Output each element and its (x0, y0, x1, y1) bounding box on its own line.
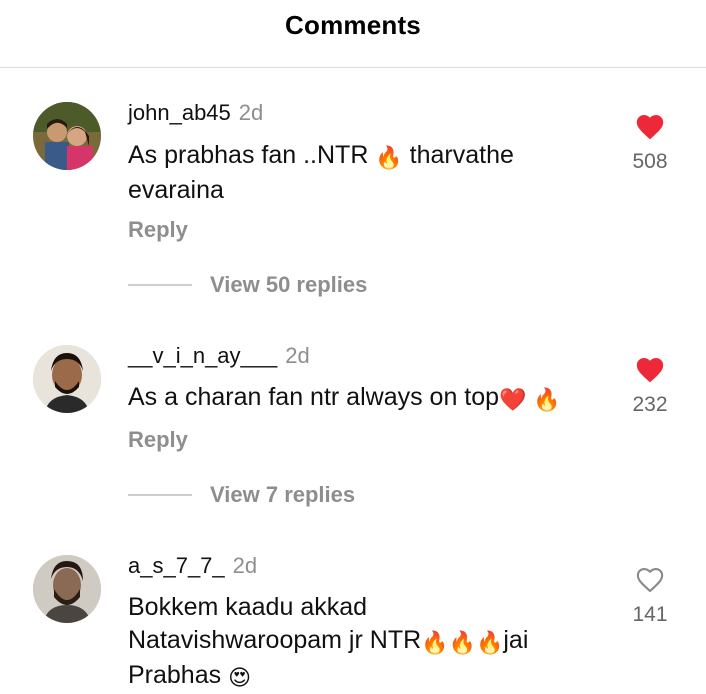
fire-emoji-icon: 🔥 (475, 630, 504, 655)
heart-filled-icon (636, 357, 664, 383)
avatar[interactable] (33, 102, 101, 170)
like-button[interactable]: 141 (620, 564, 680, 627)
avatar[interactable] (33, 345, 101, 413)
view-replies-button[interactable]: View 7 replies (128, 480, 355, 510)
text-segment: Bokkem kaadu akkad Natavishwaroopam jr N… (128, 593, 422, 654)
fire-emoji-icon: 🔥 (375, 145, 403, 170)
divider (128, 284, 192, 286)
timestamp: 2d (232, 553, 258, 578)
like-count: 508 (632, 150, 668, 173)
comment-meta: __v_i_n_ay___ 2d (128, 343, 310, 369)
fire-emoji-icon: 🔥 (533, 387, 561, 412)
text-segment (526, 383, 533, 411)
username[interactable]: a_s_7_7_ (128, 553, 225, 578)
like-count: 232 (632, 393, 668, 416)
page-title: Comments (285, 10, 421, 40)
username[interactable]: john_ab45 (128, 100, 231, 125)
username[interactable]: __v_i_n_ay___ (128, 343, 277, 368)
reply-button[interactable]: Reply (128, 427, 188, 453)
heart-filled-icon (636, 114, 664, 140)
view-replies-label: View 7 replies (210, 482, 356, 507)
comment-text: As prabhas fan ..NTR 🔥 tharvathe evarain… (128, 139, 578, 207)
red-heart-emoji-icon: ❤️ (499, 387, 527, 412)
view-replies-label: View 50 replies (210, 272, 368, 297)
text-segment: As prabhas fan ..NTR (128, 141, 376, 169)
fire-emoji-icon: 🔥 (448, 630, 476, 655)
comment-meta: john_ab45 2d (128, 100, 263, 126)
comments-header: Comments (0, 0, 706, 68)
like-count: 141 (632, 603, 668, 626)
timestamp: 2d (238, 100, 264, 125)
timestamp: 2d (285, 343, 310, 368)
comment-text: As a charan fan ntr always on top❤️ 🔥 (128, 381, 578, 416)
reply-button[interactable]: Reply (128, 217, 188, 243)
view-replies-button[interactable]: View 50 replies (128, 270, 367, 300)
comment-text: Bokkem kaadu akkad Natavishwaroopam jr N… (128, 591, 578, 694)
heart-eyes-emoji-icon: 😍 (228, 665, 251, 690)
fire-emoji-icon: 🔥 (421, 630, 449, 655)
like-button[interactable]: 232 (620, 354, 680, 417)
avatar[interactable] (33, 555, 101, 623)
like-button[interactable]: 508 (620, 111, 680, 174)
comment-meta: a_s_7_7_ 2d (128, 553, 257, 579)
divider (128, 494, 192, 496)
heart-outline-icon (636, 567, 664, 593)
text-segment: As a charan fan ntr always on top (128, 383, 500, 411)
